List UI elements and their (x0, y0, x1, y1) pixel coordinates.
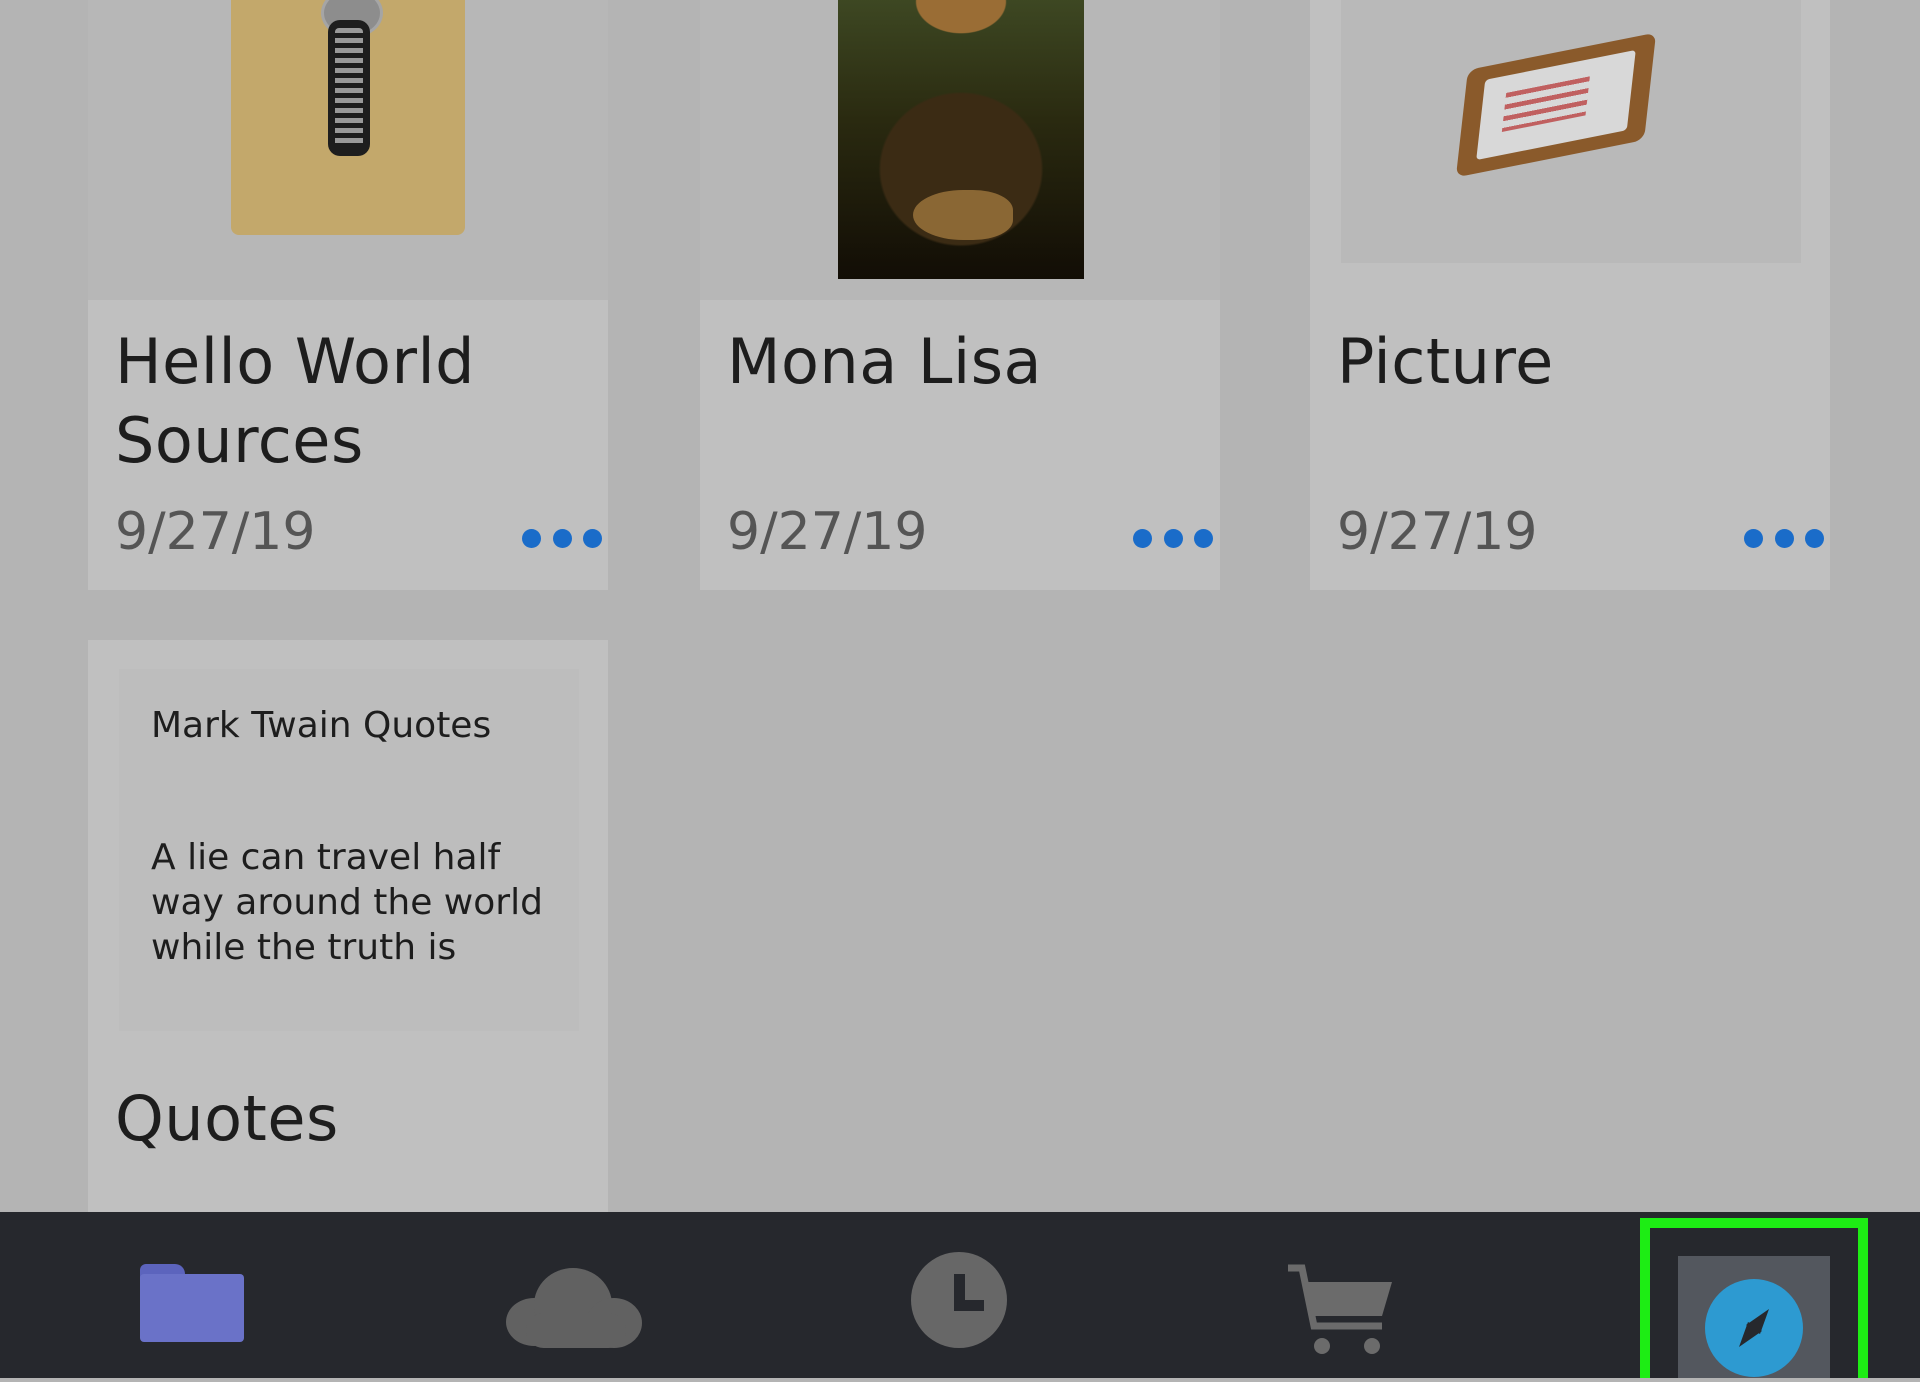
dot (1194, 528, 1213, 548)
dot (522, 528, 541, 548)
thumbnail-area (1341, 0, 1801, 263)
file-title: Quotes (115, 1082, 339, 1155)
picture-frame-icon (1455, 32, 1657, 178)
zip-archive-icon (231, 0, 465, 235)
file-title: Hello World Sources (115, 325, 476, 477)
file-title: Picture (1337, 325, 1554, 398)
file-date: 9/27/19 (727, 502, 928, 562)
cart-icon[interactable] (1286, 1262, 1396, 1358)
selection-highlight (1640, 1218, 1868, 1378)
painting-detail (913, 190, 1013, 240)
dot (1133, 528, 1152, 548)
zipper-teeth (328, 20, 370, 156)
dot (1805, 528, 1824, 548)
mona-lisa-painting (838, 0, 1084, 279)
dot (1744, 528, 1763, 548)
text-document-preview: Mark Twain Quotes A lie can travel half … (119, 669, 579, 1031)
dot (1774, 528, 1794, 548)
more-options-button[interactable] (1744, 518, 1824, 558)
file-date: 9/27/19 (115, 502, 316, 562)
bottom-tab-bar (0, 1212, 1920, 1378)
dot (552, 528, 572, 548)
folder-icon[interactable] (140, 1264, 244, 1342)
more-options-button[interactable] (1133, 518, 1213, 558)
dot (583, 528, 602, 548)
preview-body: A lie can travel half way around the wor… (151, 837, 543, 968)
preview-title: Mark Twain Quotes (151, 705, 492, 746)
more-options-button[interactable] (522, 518, 602, 558)
cloud-icon[interactable] (506, 1268, 642, 1348)
file-date: 9/27/19 (1337, 502, 1538, 562)
clock-icon[interactable] (911, 1252, 1007, 1348)
dot (1163, 528, 1183, 548)
file-title: Mona Lisa (727, 325, 1042, 398)
